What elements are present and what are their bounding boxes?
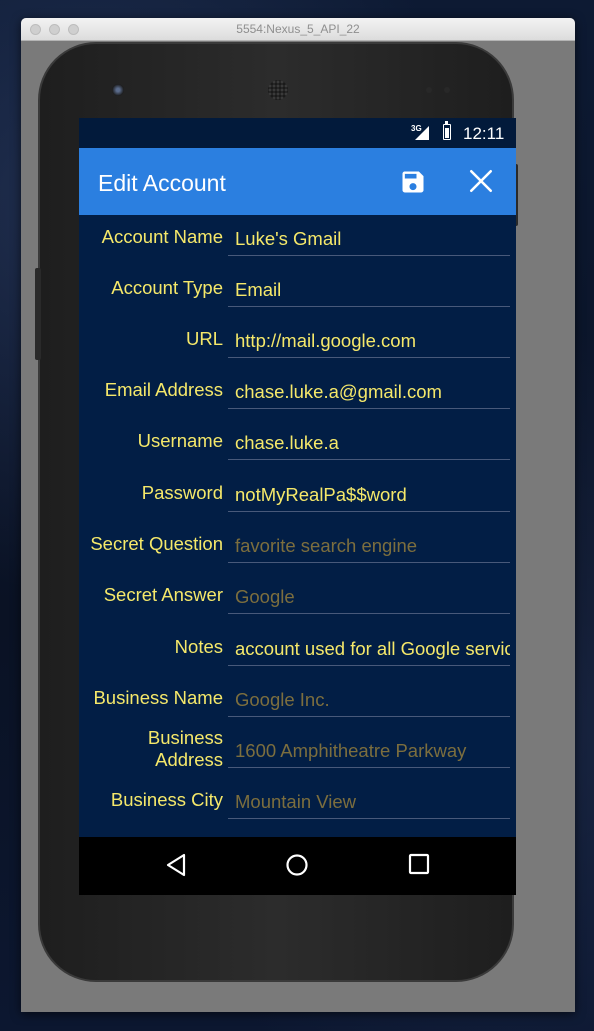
field-placeholder: Google [235,586,295,607]
page-title: Edit Account [98,170,226,196]
light-sensor [444,87,450,93]
back-icon [166,853,186,877]
battery-icon [443,121,451,140]
home-icon [286,854,308,876]
field-placeholder: favorite search engine [235,535,418,556]
field-value: notMyRealPa$$word [235,484,407,505]
proximity-sensor [426,87,432,93]
earpiece-speaker [268,80,288,100]
front-camera-icon [112,84,124,96]
back-button[interactable] [165,853,187,882]
form-row-secret-answer: Secret Answer Google [79,573,516,624]
field-label: Business City [110,789,223,810]
navigation-bar [79,837,516,895]
status-bar: 3G 12:11 [79,118,516,148]
field-label-line: Address [155,749,223,770]
field-value: Email [235,279,282,300]
form-row-notes: Notes account used for all Google servic… [79,625,516,676]
close-button[interactable] [468,168,494,194]
form-row-business-city: Business City Mountain View [79,778,516,829]
field-label: Secret Question [90,533,223,554]
field-label: Secret Answer [103,584,223,605]
recents-button[interactable] [408,853,430,880]
form-row-password: Password notMyRealPa$$word [79,471,516,522]
form-row-url: URL http://mail.google.com [79,317,516,368]
notes-field[interactable]: account used for all Google services [228,631,510,666]
field-label: Password [141,482,223,503]
signal-icon [415,126,429,140]
field-placeholder: 1600 Amphitheatre Parkway [235,740,467,761]
url-field[interactable]: http://mail.google.com [228,323,510,358]
password-field[interactable]: notMyRealPa$$word [228,477,510,512]
field-label: Email Address [104,379,223,400]
field-label: URL [185,328,223,349]
email-address-field[interactable]: chase.luke.a@gmail.com [228,374,510,409]
field-value: http://mail.google.com [235,330,416,351]
save-button[interactable] [399,168,427,196]
field-label-line: Business [147,727,223,748]
form-row-account-name: Account Name Luke's Gmail [79,215,516,266]
save-icon [402,171,424,193]
account-type-field[interactable]: Email [228,272,510,307]
business-name-field[interactable]: Google Inc. [228,682,510,717]
field-placeholder: Mountain View [235,791,357,812]
account-name-field[interactable]: Luke's Gmail [228,221,510,256]
business-address-field[interactable]: 1600 Amphitheatre Parkway [228,733,510,768]
app-bar: Edit Account [79,148,516,215]
close-icon [469,169,493,193]
form-row-business-name: Business Name Google Inc. [79,676,516,727]
field-value: chase.luke.a@gmail.com [235,381,442,402]
form-row-email-address: Email Address chase.luke.a@gmail.com [79,368,516,419]
home-button[interactable] [285,853,309,882]
form-row-business-address: Business Address 1600 Amphitheatre Parkw… [79,727,516,778]
volume-button[interactable] [35,268,41,360]
field-label: Business Address [148,727,223,771]
device-screen: 3G 12:11 Edit Account Account Name Luke'… [79,118,516,895]
window-title: 5554:Nexus_5_API_22 [236,22,360,36]
form-row-username: Username chase.luke.a [79,419,516,470]
business-city-field[interactable]: Mountain View [228,784,510,819]
secret-question-field[interactable]: favorite search engine [228,528,510,563]
field-label: Business Name [93,687,223,708]
username-field[interactable]: chase.luke.a [228,425,510,460]
field-label: Notes [174,636,223,657]
secret-answer-field[interactable]: Google [228,579,510,614]
field-label: Account Name [101,226,223,247]
field-value: chase.luke.a [235,432,339,453]
recents-icon [408,853,430,875]
field-value: Luke's Gmail [235,228,342,249]
field-value: account used for all Google services [235,638,510,659]
field-label: Account Type [111,277,223,298]
form-row-secret-question: Secret Question favorite search engine [79,522,516,573]
form-row-account-type: Account Type Email [79,266,516,317]
window-titlebar: 5554:Nexus_5_API_22 [21,18,575,41]
field-placeholder: Google Inc. [235,689,330,710]
status-time: 12:11 [463,124,505,143]
field-label: Username [137,430,223,451]
